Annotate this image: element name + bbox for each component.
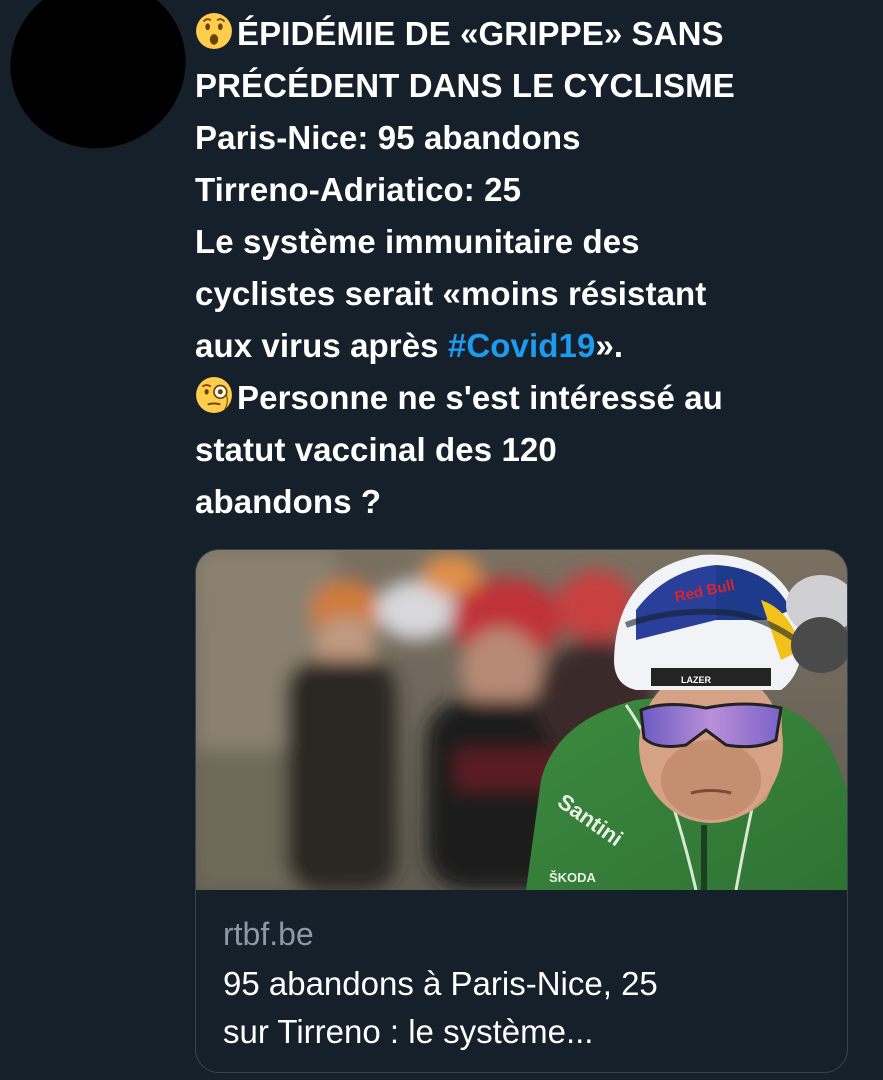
card-title-line: sur Tirreno : le système... xyxy=(223,1013,594,1050)
card-image[interactable]: Santini ŠKODA Red Bull LAZER xyxy=(196,550,847,890)
tweet-line: Tirreno-Adriatico: 25 xyxy=(195,171,522,208)
card-meta: rtbf.be 95 abandons à Paris-Nice, 25 sur… xyxy=(223,912,833,1056)
skoda-logo-text: ŠKODA xyxy=(549,870,597,885)
tweet-line: Le système immunitaire des xyxy=(195,223,640,260)
cyclist-photo: Santini ŠKODA Red Bull LAZER xyxy=(196,550,847,890)
tweet-line-text: Personne ne s'est intéressé au xyxy=(237,379,723,416)
tweet-line: statut vaccinal des 120 xyxy=(195,431,557,468)
face-with-monocle-emoji xyxy=(196,377,232,413)
tweet-line-text: ÉPIDÉMIE DE «GRIPPE» SANS xyxy=(237,15,724,52)
hashtag-link[interactable]: #Covid19 xyxy=(448,327,596,364)
hushed-face-emoji xyxy=(196,13,232,49)
tweet-line-text: aux virus après xyxy=(195,327,448,364)
avatar[interactable] xyxy=(0,0,208,172)
card-title[interactable]: 95 abandons à Paris-Nice, 25 sur Tirreno… xyxy=(223,960,833,1056)
tweet-line: Personne ne s'est intéressé au xyxy=(195,372,855,424)
card-title-line: 95 abandons à Paris-Nice, 25 xyxy=(223,965,658,1002)
tweet-line: Paris-Nice: 95 abandons xyxy=(195,119,581,156)
tweet-text: ÉPIDÉMIE DE «GRIPPE» SANS PRÉCÉDENT DANS… xyxy=(195,8,855,528)
tweet-line: abandons ? xyxy=(195,483,382,520)
tweet-line-text: ». xyxy=(595,327,624,364)
tweet-line: aux virus après #Covid19». xyxy=(195,320,855,372)
card-domain: rtbf.be xyxy=(223,916,314,952)
tweet-line: cyclistes serait «moins résistant xyxy=(195,275,707,312)
link-preview-card[interactable]: Santini ŠKODA Red Bull LAZER rtbf.be 95 … xyxy=(195,549,848,1073)
helmet-small-logo-text: LAZER xyxy=(681,675,711,685)
tweet-line: ÉPIDÉMIE DE «GRIPPE» SANS xyxy=(195,8,855,60)
tweet-line: PRÉCÉDENT DANS LE CYCLISME xyxy=(195,67,735,104)
